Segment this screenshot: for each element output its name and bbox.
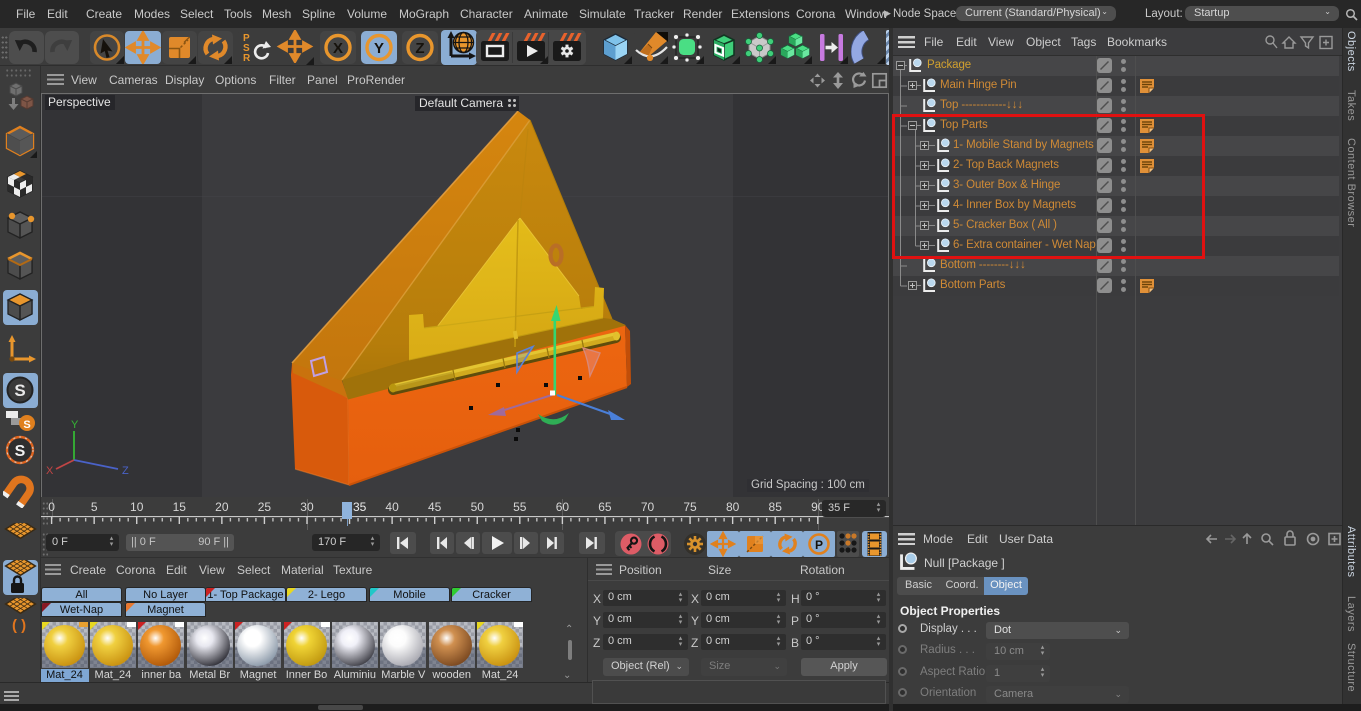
- svg-text:Z: Z: [122, 465, 129, 477]
- svg-text:( ): ( ): [12, 617, 26, 633]
- svg-text:S: S: [15, 443, 26, 460]
- svg-text:P: P: [815, 538, 823, 552]
- svg-text:Y: Y: [374, 40, 384, 57]
- svg-text:Y: Y: [71, 419, 79, 431]
- svg-text:X: X: [46, 465, 54, 477]
- svg-text:S: S: [23, 419, 30, 431]
- svg-text:X: X: [333, 40, 343, 57]
- svg-text:S: S: [14, 381, 25, 400]
- svg-text:Z: Z: [415, 40, 424, 57]
- svg-text:R: R: [243, 53, 251, 64]
